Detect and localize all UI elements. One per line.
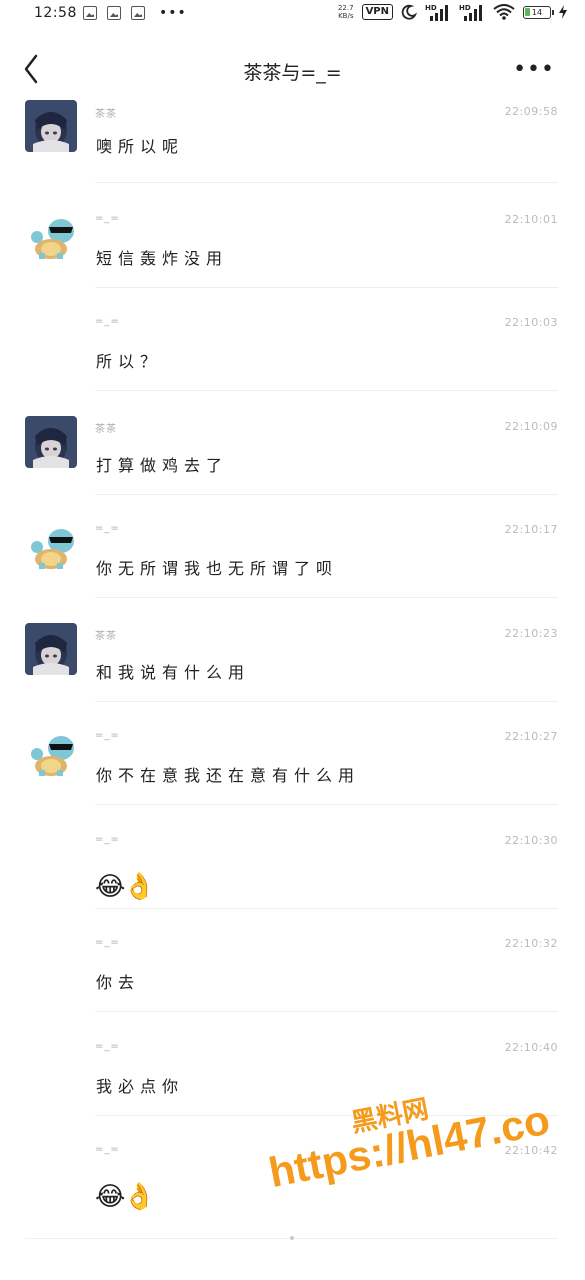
- network-speed: 22.7 KB/s: [338, 4, 354, 20]
- system-icons: 22.7 KB/s VPN HD HD 14: [338, 3, 567, 21]
- message-timestamp: 22:10:23: [504, 626, 558, 640]
- message-text[interactable]: 所以？: [96, 348, 162, 372]
- message-row[interactable]: =_= 22:10:32 你去: [0, 923, 585, 1027]
- signal-hd-icon: HD: [425, 4, 448, 21]
- svg-text:HD: HD: [459, 4, 471, 12]
- message-text[interactable]: 噢所以呢: [96, 133, 184, 157]
- gallery-notification-icon: [83, 6, 97, 20]
- message-timestamp: 22:10:32: [504, 937, 558, 950]
- message-row[interactable]: =_= 22:10:30 😂👌: [0, 820, 585, 924]
- divider: [95, 597, 558, 598]
- avatar[interactable]: [25, 100, 77, 152]
- battery-icon: 14: [523, 5, 554, 19]
- message-timestamp: 22:10:30: [504, 833, 558, 847]
- message-text[interactable]: 和我说有什么用: [96, 659, 250, 683]
- wifi-icon: [493, 4, 515, 20]
- status-bar: 12:58 ••• 22.7 KB/s VPN HD HD 14: [0, 0, 585, 28]
- sender-name: 茶茶: [95, 423, 117, 435]
- message-timestamp: 22:10:40: [504, 1040, 558, 1054]
- message-row[interactable]: 茶茶 22:10:23 和我说有什么用: [0, 613, 585, 717]
- message-timestamp: 22:10:01: [504, 212, 558, 226]
- message-row[interactable]: =_= 22:10:01 短信轰炸没用: [0, 199, 585, 303]
- more-options-icon[interactable]: •••: [513, 59, 555, 81]
- divider: [95, 182, 558, 183]
- message-text[interactable]: 你无所谓我也无所谓了呗: [96, 555, 338, 579]
- network-speed-value: 22.7: [337, 4, 354, 12]
- sender-name: =_=: [95, 523, 120, 534]
- message-row[interactable]: 茶茶 22:10:09 打算做鸡去了: [0, 406, 585, 510]
- message-text[interactable]: 短信轰炸没用: [96, 245, 228, 269]
- message-row[interactable]: =_= 22:10:17 你无所谓我也无所谓了呗: [0, 509, 585, 613]
- message-timestamp: 22:09:58: [504, 105, 558, 118]
- more-notifications-icon: •••: [159, 5, 187, 21]
- gallery-notification-icon: [107, 6, 121, 20]
- vpn-icon: VPN: [361, 4, 393, 20]
- moon-icon: [401, 4, 417, 20]
- divider: [95, 286, 558, 288]
- message-row[interactable]: =_= 22:10:27 你不在意我还在意有什么用: [0, 716, 585, 820]
- message-row[interactable]: =_= 22:10:03 所以？: [0, 302, 585, 406]
- divider: [95, 907, 558, 909]
- chat-header: 茶茶与=_= •••: [0, 40, 585, 100]
- sender-name: =_=: [95, 1144, 120, 1155]
- divider: [95, 493, 558, 495]
- status-time: 12:58: [34, 5, 77, 21]
- message-text[interactable]: 你去: [96, 969, 140, 993]
- scroll-indicator: [290, 1236, 294, 1240]
- sender-name: =_=: [95, 316, 120, 327]
- sender-name: 茶茶: [95, 109, 117, 120]
- message-text[interactable]: 我必点你: [96, 1073, 184, 1097]
- gallery-notification-icon: [131, 6, 145, 20]
- divider: [95, 390, 558, 391]
- signal-hd-icon: HD: [459, 4, 482, 21]
- sender-name: =_=: [95, 937, 120, 948]
- message-timestamp: 22:10:17: [504, 523, 558, 536]
- sender-name: =_=: [95, 1040, 120, 1052]
- divider: [95, 700, 558, 702]
- message-row[interactable]: 茶茶 22:09:58 噢所以呢: [0, 95, 585, 199]
- avatar[interactable]: [25, 726, 77, 778]
- message-text[interactable]: 打算做鸡去了: [96, 452, 228, 476]
- charging-icon: [559, 5, 567, 19]
- sender-name: =_=: [95, 730, 120, 741]
- emoji-message[interactable]: 😂👌: [95, 1182, 156, 1212]
- avatar[interactable]: [25, 415, 77, 468]
- divider: [95, 1011, 558, 1012]
- network-speed-unit: KB/s: [338, 12, 354, 20]
- message-timestamp: 22:10:03: [504, 316, 558, 329]
- svg-text:HD: HD: [425, 4, 437, 12]
- sender-name: =_=: [95, 212, 120, 224]
- message-timestamp: 22:10:09: [504, 419, 558, 433]
- sender-name: =_=: [95, 833, 120, 845]
- sender-name: 茶茶: [95, 630, 117, 642]
- avatar[interactable]: [25, 622, 77, 675]
- page-title: 茶茶与=_=: [243, 62, 342, 84]
- avatar[interactable]: [25, 519, 77, 571]
- divider: [95, 804, 558, 805]
- notification-icons: •••: [83, 5, 187, 21]
- emoji-message[interactable]: 😂👌: [95, 872, 156, 902]
- message-text[interactable]: 你不在意我还在意有什么用: [96, 762, 360, 786]
- message-timestamp: 22:10:27: [504, 730, 558, 743]
- avatar[interactable]: [25, 208, 77, 261]
